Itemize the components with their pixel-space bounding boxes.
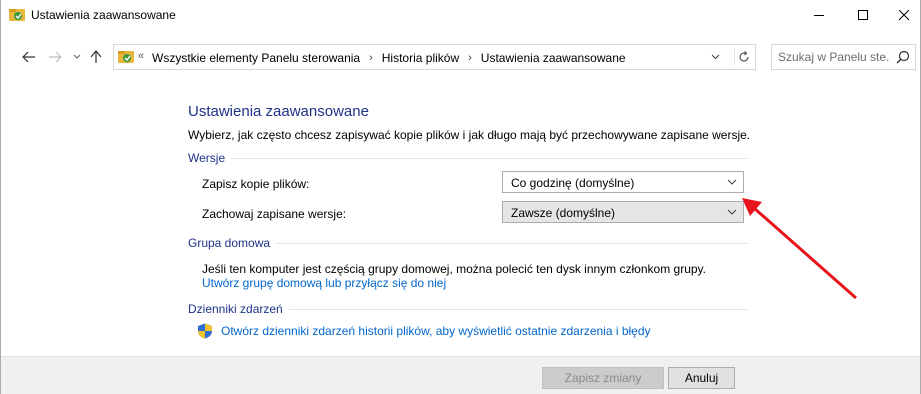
page-title: Ustawienia zaawansowane — [188, 103, 369, 120]
breadcrumb-item-advanced-settings[interactable]: Ustawienia zaawansowane — [481, 51, 626, 65]
close-button[interactable] — [885, 0, 921, 30]
intro-text: Wybierz, jak często chcesz zapisywać kop… — [188, 128, 751, 142]
group-label-event-logs: Dzienniki zdarzeń — [188, 302, 289, 316]
breadcrumb-separator[interactable]: › — [369, 52, 373, 64]
annotation-arrow-shaft — [753, 206, 857, 300]
event-logs-link[interactable]: Otwórz dzienniki zdarzeń historii plików… — [197, 323, 651, 339]
window-title: Ustawienia zaawansowane — [31, 8, 176, 22]
forward-arrow-icon — [49, 51, 62, 63]
save-copies-label: Zapisz kopie plików: — [202, 177, 310, 191]
group-divider — [188, 158, 748, 159]
breadcrumb-separator[interactable]: › — [468, 52, 472, 64]
search-box[interactable] — [771, 44, 916, 70]
dialog-footer: Zapisz zmiany Anuluj — [1, 356, 920, 394]
control-panel-icon — [118, 50, 134, 64]
search-icon[interactable] — [896, 50, 910, 64]
back-arrow-icon — [22, 51, 35, 63]
keep-versions-value: Zawsze (domyślne) — [511, 206, 616, 220]
maximize-icon — [858, 10, 868, 20]
homegroup-text: Jeśli ten komputer jest częścią grupy do… — [202, 262, 706, 276]
shield-icon — [198, 323, 212, 339]
cancel-button[interactable]: Anuluj — [668, 367, 735, 389]
event-logs-link-text[interactable]: Otwórz dzienniki zdarzeń historii plików… — [221, 324, 651, 338]
annotation-arrow — [742, 198, 857, 300]
forward-button[interactable] — [47, 49, 63, 65]
chevron-down-icon — [727, 179, 737, 185]
search-input[interactable] — [778, 49, 890, 65]
group-label-versions: Wersje — [188, 151, 232, 165]
up-arrow-icon — [90, 50, 102, 63]
save-copies-value: Co godzinę (domyślne) — [511, 176, 635, 190]
group-label-homegroup: Grupa domowa — [188, 236, 277, 250]
breadcrumb: Wszystkie elementy Panelu sterowania › H… — [152, 51, 626, 65]
back-button[interactable] — [21, 49, 37, 65]
minimize-button[interactable] — [797, 0, 841, 30]
recent-locations-button[interactable] — [71, 49, 83, 65]
homegroup-link[interactable]: Utwórz grupę domową lub przyłącz się do … — [202, 276, 446, 290]
breadcrumb-item-all-control-panel-items[interactable]: Wszystkie elementy Panelu sterowania — [152, 51, 360, 65]
up-button[interactable] — [88, 49, 104, 65]
maximize-button[interactable] — [841, 0, 885, 30]
navigation-bar: « Wszystkie elementy Panelu sterowania ›… — [1, 42, 920, 72]
keep-versions-label: Zachowaj zapisane wersje: — [202, 207, 347, 221]
title-bar: Ustawienia zaawansowane — [1, 0, 920, 30]
save-copies-select[interactable]: Co godzinę (domyślne) — [502, 171, 744, 193]
address-bar[interactable]: « Wszystkie elementy Panelu sterowania ›… — [113, 44, 756, 70]
keep-versions-select[interactable]: Zawsze (domyślne) — [502, 201, 744, 223]
minimize-icon — [814, 15, 824, 16]
chevron-down-icon — [73, 54, 81, 59]
close-icon — [898, 10, 909, 20]
address-dropdown-button[interactable] — [706, 49, 724, 65]
refresh-icon — [738, 51, 749, 62]
save-button[interactable]: Zapisz zmiany — [542, 367, 664, 389]
overflow-marker[interactable]: « — [138, 50, 144, 62]
file-history-window: Ustawienia zaawansowane « Wszystkie elem… — [0, 0, 921, 394]
breadcrumb-item-file-history[interactable]: Historia plików — [382, 51, 459, 65]
control-panel-icon — [9, 8, 25, 22]
chevron-down-icon — [711, 54, 719, 60]
refresh-button[interactable] — [734, 49, 752, 65]
